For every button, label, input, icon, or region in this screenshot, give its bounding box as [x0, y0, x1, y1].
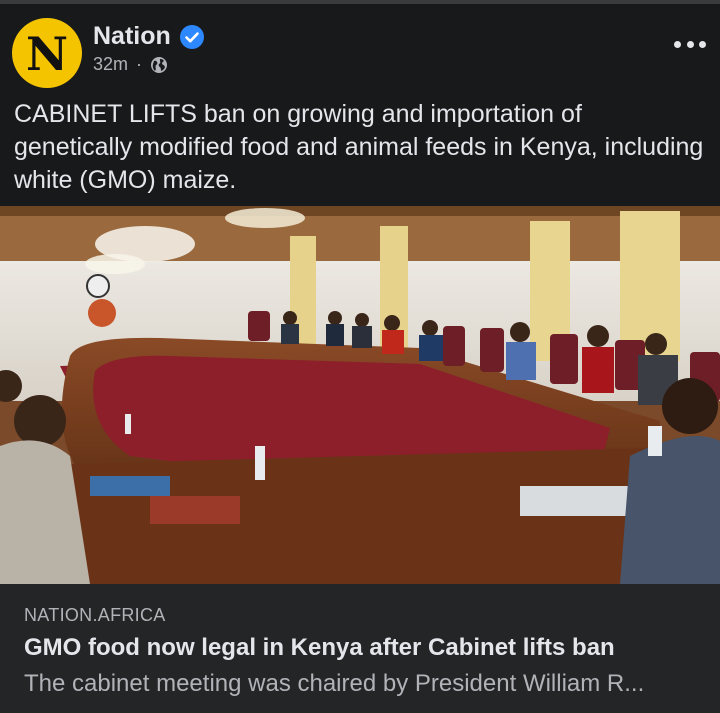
page-name-link[interactable]: Nation [93, 22, 171, 51]
avatar-logo-letter: N [25, 27, 69, 81]
post-timestamp[interactable]: 32m [93, 54, 128, 75]
link-description: The cabinet meeting was chaired by Presi… [24, 670, 645, 697]
dot-icon [674, 40, 681, 48]
link-domain: NATION.AFRICA [24, 605, 166, 625]
dot-icon [686, 40, 694, 48]
link-title[interactable]: GMO food now legal in Kenya after Cabine… [24, 634, 615, 662]
more-options-button[interactable] [674, 34, 706, 54]
globe-icon [151, 56, 168, 73]
post-photo[interactable] [0, 206, 720, 584]
post-message: CABINET LIFTS ban on growing and importa… [14, 100, 704, 194]
dot-icon [699, 40, 706, 48]
verified-badge-icon [179, 24, 204, 49]
link-preview-card[interactable]: NATION.AFRICA GMO food now legal in Keny… [0, 584, 720, 713]
name-row: Nation [93, 22, 204, 51]
post-meta: 32m · [93, 54, 168, 75]
page-avatar[interactable]: N [12, 18, 82, 88]
post-header: N Nation 32m · [0, 4, 720, 92]
meta-separator: · [136, 54, 143, 74]
